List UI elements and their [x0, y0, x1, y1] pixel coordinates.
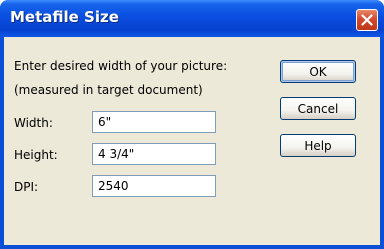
- width-field[interactable]: [92, 111, 216, 133]
- width-label: Width:: [14, 116, 53, 130]
- dpi-label: DPI:: [14, 180, 39, 194]
- dialog-title: Metafile Size: [10, 8, 119, 26]
- instruction-subtext: (measured in target document): [14, 83, 203, 97]
- close-button[interactable]: [356, 9, 378, 31]
- title-bar[interactable]: Metafile Size: [0, 0, 384, 37]
- cancel-button[interactable]: Cancel: [280, 97, 356, 120]
- dpi-field[interactable]: [92, 175, 216, 197]
- instruction-text: Enter desired width of your picture:: [14, 59, 228, 73]
- window-frame-right: [380, 37, 384, 249]
- dialog-body: Enter desired width of your picture: (me…: [4, 37, 380, 245]
- help-button[interactable]: Help: [280, 134, 356, 157]
- height-label: Height:: [14, 148, 58, 162]
- ok-button[interactable]: OK: [280, 60, 356, 83]
- window-frame-bottom: [0, 245, 384, 249]
- dialog-window: Metafile Size Enter desired width of you…: [0, 0, 384, 249]
- close-icon: [361, 14, 373, 26]
- height-field[interactable]: [92, 143, 216, 165]
